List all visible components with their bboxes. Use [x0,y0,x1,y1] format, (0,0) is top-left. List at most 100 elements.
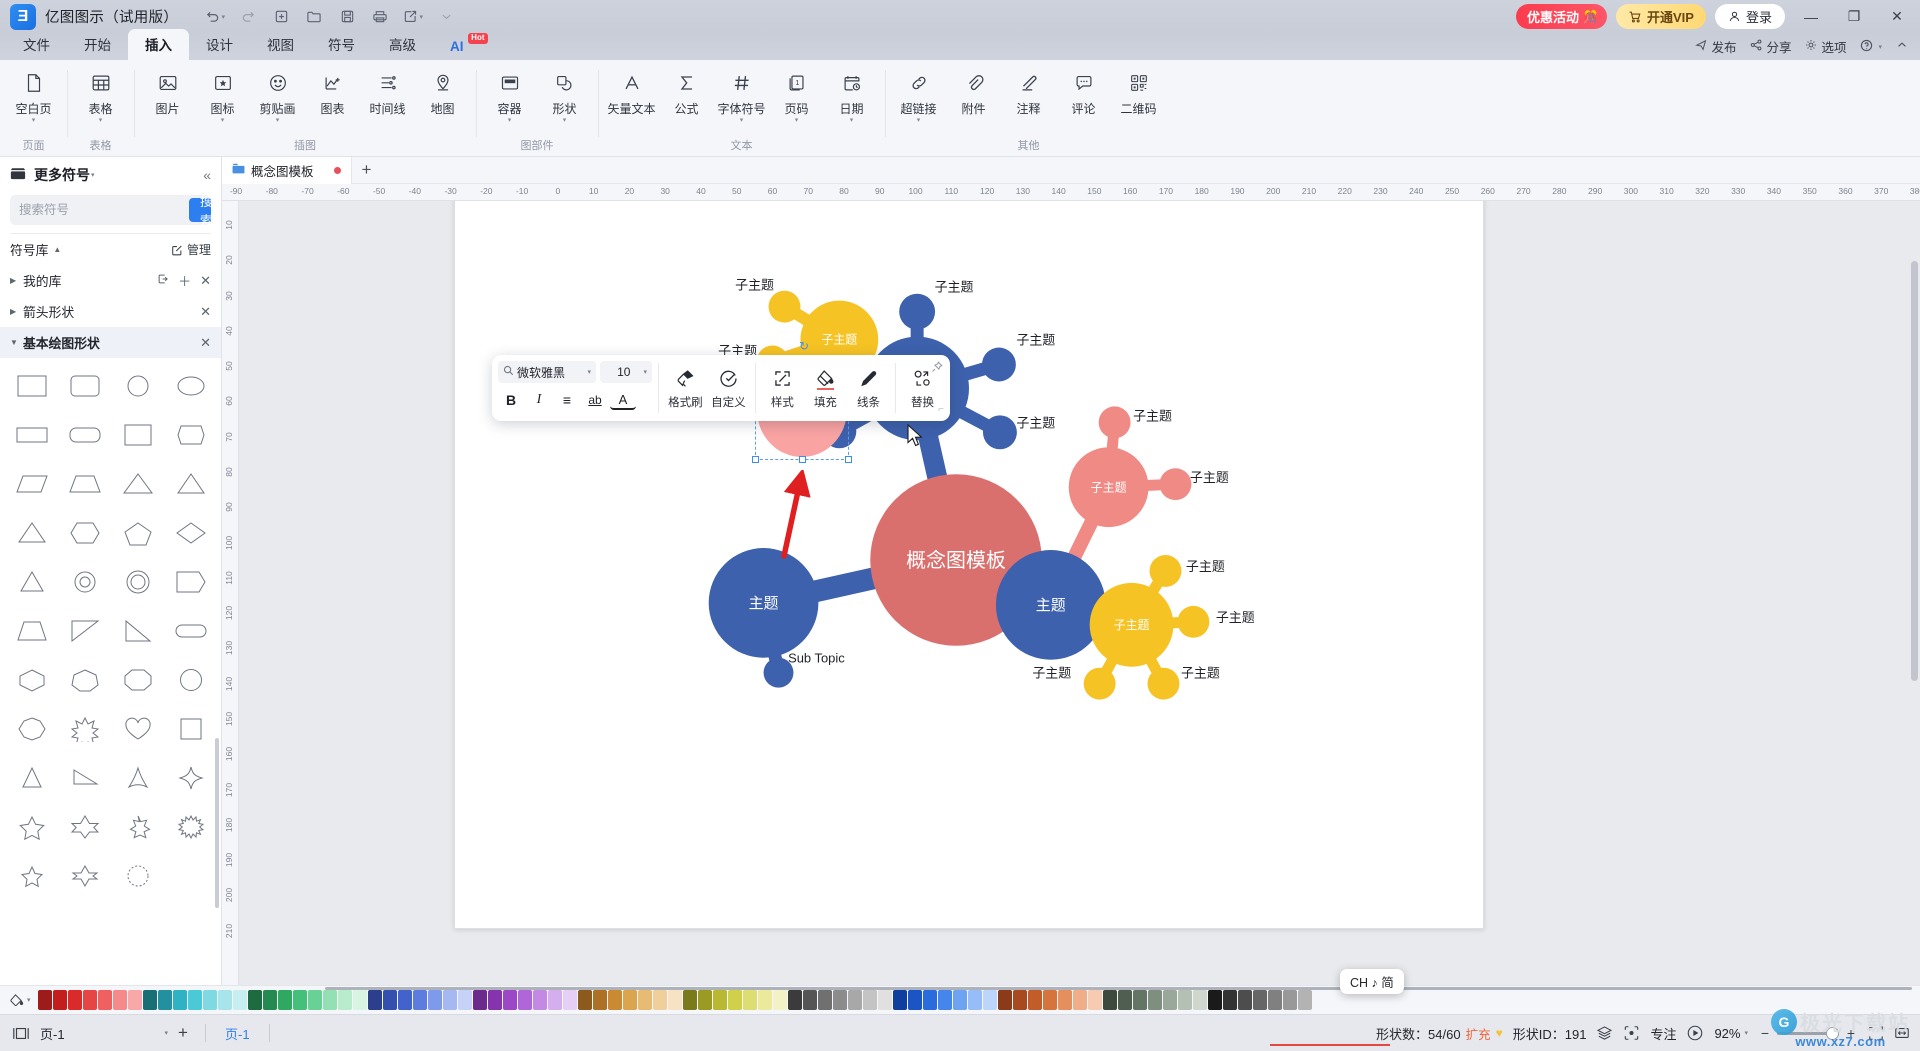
color-swatch[interactable] [1267,990,1282,1010]
document-tab[interactable]: 概念图模板 [222,156,352,184]
shape-hexagon[interactable] [59,511,110,554]
chevron-down-icon[interactable]: ▾ [27,996,31,1004]
shape-rounded-rect[interactable] [59,364,110,407]
color-swatch[interactable] [247,990,262,1010]
color-swatch[interactable] [607,990,622,1010]
color-swatch[interactable] [307,990,322,1010]
chevron-up-icon[interactable]: ▲ [53,245,66,254]
zoom-in-button[interactable]: + [1844,1025,1858,1041]
color-swatch[interactable] [37,990,52,1010]
font-family-select[interactable]: 微软雅黑 ▾ [498,361,596,383]
chevron-down-icon[interactable]: ▾ [850,117,854,125]
shape-hexagram[interactable] [59,854,110,897]
color-swatch[interactable] [337,990,352,1010]
color-swatch[interactable] [1237,990,1252,1010]
color-swatch[interactable] [1057,990,1072,1010]
color-swatch[interactable] [1282,990,1297,1010]
vertical-ruler[interactable]: 10 20 30 40 50 60 70 80 90 100 110 120 130 140 150 160 1… [222,201,239,985]
color-swatch[interactable] [1177,990,1192,1010]
color-swatch[interactable] [502,990,517,1010]
color-swatch[interactable] [652,990,667,1010]
shape-ellipse[interactable] [166,364,217,407]
shape-rounded-wide[interactable] [59,413,110,456]
ribbon-qrcode[interactable]: 二维码 [1111,66,1166,125]
tab-insert[interactable]: 插入 [128,29,189,60]
open-file-icon[interactable] [299,4,329,30]
chevron-down-icon[interactable]: ▾ [795,117,799,125]
color-swatch[interactable] [1252,990,1267,1010]
color-swatch[interactable] [1072,990,1087,1010]
minimize-button[interactable]: — [1794,2,1828,32]
sidebar-item-basic-shapes[interactable]: ▼ 基本绘图形状 ✕ [0,327,221,358]
chevron-down-icon[interactable]: ▾ [91,171,95,179]
color-swatch[interactable] [262,990,277,1010]
align-button[interactable]: ≡ [554,388,580,412]
shape-triangle-thin[interactable] [6,560,57,603]
color-swatch[interactable] [817,990,832,1010]
color-swatch[interactable] [1042,990,1057,1010]
color-swatch[interactable] [67,990,82,1010]
ribbon-icon-library[interactable]: 图标 ▾ [195,66,250,125]
tab-advanced[interactable]: 高级 [372,29,433,60]
shape-trapezoid[interactable] [59,462,110,505]
color-swatch[interactable] [52,990,67,1010]
shape-right-triangle2[interactable] [59,756,110,799]
ribbon-map[interactable]: 地图 [415,66,470,125]
undo-icon[interactable]: ▾ [200,4,230,30]
shape-twelve-star[interactable] [113,854,164,897]
shape-circle-ring[interactable] [59,560,110,603]
color-swatch[interactable] [907,990,922,1010]
zoom-knob[interactable] [1826,1026,1839,1040]
ribbon-blank-page[interactable]: 空白页 ▾ [6,66,61,125]
chevron-down-icon[interactable]: ▾ [221,117,225,125]
color-swatch[interactable] [202,990,217,1010]
color-swatch[interactable] [442,990,457,1010]
ribbon-table[interactable]: 表格 ▾ [73,66,128,125]
symbol-library-row[interactable]: 符号库 ▲ 管理 [0,234,221,265]
shape-triangle-right[interactable] [166,462,217,505]
shape-rect-tall[interactable] [113,413,164,456]
color-swatch[interactable] [1087,990,1102,1010]
shape-six-point-star[interactable] [59,805,110,848]
ribbon-attachment[interactable]: 附件 [946,66,1001,125]
resize-handle-s[interactable] [799,456,806,463]
strikethrough-button[interactable]: ab [582,388,608,412]
chevron-down-icon[interactable]: ▾ [740,117,744,125]
chevron-down-icon[interactable]: ▾ [508,117,512,125]
shape-pentagon-up[interactable] [113,462,164,505]
shape-empty[interactable] [166,854,217,897]
shape-decagon[interactable] [6,707,57,750]
color-swatch[interactable] [697,990,712,1010]
page-selector[interactable]: 页-1 ▾ [40,1021,168,1045]
zoom-slider[interactable]: − + [1758,1025,1858,1041]
ribbon-chart[interactable]: 图表 [305,66,360,125]
promo-button[interactable]: 优惠活动 🎊 [1516,4,1608,29]
shape-octagon-cut[interactable] [166,560,217,603]
color-swatch[interactable] [667,990,682,1010]
bold-button[interactable]: B [498,388,524,412]
ribbon-timeline[interactable]: 时间线 [360,66,415,125]
print-icon[interactable] [365,4,395,30]
fill-button[interactable]: 填充 [804,360,847,416]
chevron-down-icon[interactable]: ▾ [643,368,647,376]
collapse-ribbon-button[interactable] [1896,39,1908,54]
shape-diamond[interactable] [166,511,217,554]
color-swatch[interactable] [832,990,847,1010]
toolbar-resize-handle[interactable]: ⌐ [938,404,944,415]
page-view-icon[interactable] [12,1026,30,1041]
color-swatch[interactable] [547,990,562,1010]
shape-heptagon[interactable] [59,658,110,701]
chevron-down-icon[interactable]: ▾ [917,117,921,125]
color-swatch[interactable] [1297,990,1312,1010]
color-swatch[interactable] [1102,990,1117,1010]
shape-hexagon-flat[interactable] [6,658,57,701]
chevron-down-icon[interactable]: ▾ [99,117,103,125]
shape-five-point-star[interactable] [6,805,57,848]
color-swatch[interactable] [877,990,892,1010]
options-button[interactable]: 选项 [1805,37,1846,56]
fullscreen-icon[interactable] [1894,1025,1910,1041]
shape-diamond-cut[interactable] [166,413,217,456]
save-icon[interactable] [332,4,362,30]
color-swatch[interactable] [487,990,502,1010]
shape-nonagon[interactable] [166,658,217,701]
